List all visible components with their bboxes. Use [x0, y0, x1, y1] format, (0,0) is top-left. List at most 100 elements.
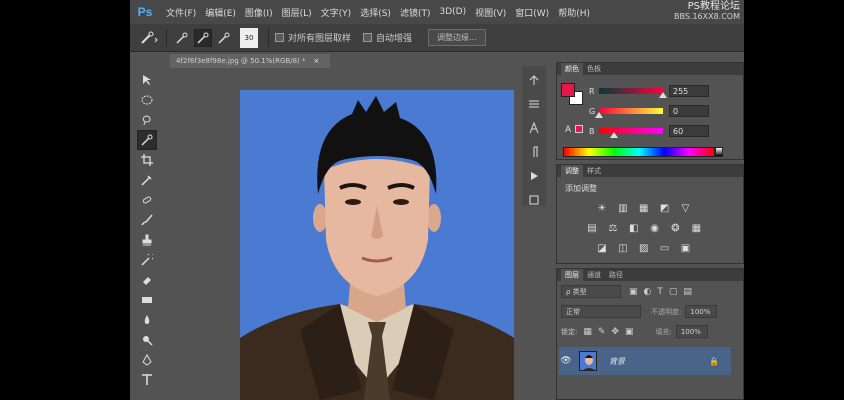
- channel-mixer-icon[interactable]: ❂: [669, 221, 683, 235]
- channel-r-knob[interactable]: [659, 92, 667, 98]
- menu-layer[interactable]: 图层(L): [282, 6, 312, 19]
- menu-help[interactable]: 帮助(H): [558, 6, 590, 19]
- lock-transparent-icon[interactable]: ▦: [583, 327, 592, 337]
- lasso-tool-icon[interactable]: [137, 110, 157, 130]
- tool-presets-icon[interactable]: [524, 190, 544, 210]
- channel-g-slider[interactable]: [595, 108, 663, 118]
- channel-b-input[interactable]: 60: [669, 125, 709, 137]
- filter-pixel-icon[interactable]: ▣: [629, 287, 638, 297]
- blur-tool-icon[interactable]: [137, 310, 157, 330]
- photo-filter-icon[interactable]: ◉: [648, 221, 662, 235]
- subtract-from-selection-icon[interactable]: [215, 29, 233, 47]
- refine-edge-button[interactable]: 调整边缘...: [428, 29, 486, 46]
- layer-filter-dropdown[interactable]: ρ 类型: [561, 285, 621, 298]
- hue-saturation-icon[interactable]: ▤: [585, 221, 599, 235]
- channel-r-slider[interactable]: [599, 88, 667, 98]
- character-icon[interactable]: [524, 118, 544, 138]
- history-brush-tool-icon[interactable]: [137, 250, 157, 270]
- gradient-map-icon[interactable]: ▭: [658, 241, 672, 255]
- tool-preset-picker[interactable]: [138, 28, 160, 48]
- tab-color[interactable]: 颜色: [561, 63, 583, 75]
- marquee-tool-icon[interactable]: [137, 90, 157, 110]
- brush-size-picker[interactable]: 30: [240, 27, 258, 48]
- brightness-contrast-icon[interactable]: ☀: [595, 201, 609, 215]
- quick-selection-tool-icon[interactable]: [137, 130, 157, 150]
- auto-enhance-checkbox[interactable]: [363, 33, 373, 42]
- new-selection-icon[interactable]: [173, 29, 191, 47]
- type-tool-icon[interactable]: [137, 370, 157, 390]
- add-to-selection-icon[interactable]: [194, 28, 212, 47]
- menu-type[interactable]: 文字(Y): [321, 6, 352, 19]
- brush-tool-icon[interactable]: [137, 210, 157, 230]
- black-white-icon[interactable]: ◧: [627, 221, 641, 235]
- layer-name[interactable]: 背景: [609, 356, 625, 367]
- vibrance-icon[interactable]: ▽: [679, 201, 693, 215]
- opacity-input[interactable]: 100%: [685, 305, 718, 318]
- foreground-color-swatch[interactable]: [561, 83, 575, 97]
- menu-image[interactable]: 图像(I): [245, 6, 273, 19]
- levels-icon[interactable]: ▥: [616, 201, 630, 215]
- menu-view[interactable]: 视图(V): [475, 6, 506, 19]
- menu-filter[interactable]: 滤镜(T): [400, 6, 431, 19]
- threshold-icon[interactable]: ▨: [637, 241, 651, 255]
- eye-icon[interactable]: 👁: [559, 356, 573, 366]
- canvas-area[interactable]: [170, 68, 520, 400]
- crop-tool-icon[interactable]: [137, 150, 157, 170]
- filter-shape-icon[interactable]: ▢: [669, 287, 678, 297]
- tab-layers[interactable]: 图层: [561, 269, 583, 281]
- options-bar: 30 对所有图层取样 自动增强 调整边缘...: [130, 24, 744, 52]
- fill-input[interactable]: 100%: [675, 325, 708, 338]
- sample-all-layers-label: 对所有图层取样: [288, 34, 352, 44]
- channel-b-knob[interactable]: [610, 132, 619, 138]
- sample-all-layers-checkbox[interactable]: [275, 33, 284, 42]
- paragraph-icon[interactable]: [524, 142, 544, 162]
- healing-brush-tool-icon[interactable]: [137, 190, 157, 210]
- move-tool-icon[interactable]: [137, 70, 157, 90]
- history-icon[interactable]: [524, 70, 544, 90]
- play-actions-icon[interactable]: [524, 166, 544, 186]
- eraser-tool-icon[interactable]: [137, 270, 157, 290]
- layer-row-background[interactable]: 👁 背景 🔒: [559, 347, 731, 375]
- document-tab[interactable]: 4f2f6f3e8f98e.jpg @ 50.1%(RGB/8) * ×: [170, 54, 330, 68]
- tab-channels[interactable]: 通道: [583, 270, 605, 280]
- gamut-warning-icon[interactable]: A: [565, 125, 571, 135]
- tab-styles[interactable]: 样式: [583, 166, 605, 176]
- tab-swatches[interactable]: 色板: [583, 64, 605, 74]
- color-balance-icon[interactable]: ⚖: [606, 221, 620, 235]
- tab-paths[interactable]: 路径: [605, 270, 627, 280]
- lock-position-icon[interactable]: ✥: [611, 327, 619, 337]
- curves-icon[interactable]: ▦: [637, 201, 651, 215]
- exposure-icon[interactable]: ◩: [658, 201, 672, 215]
- close-icon[interactable]: ×: [313, 57, 319, 65]
- menu-edit[interactable]: 编辑(E): [205, 6, 236, 19]
- menu-file[interactable]: 文件(F): [166, 6, 196, 19]
- invert-icon[interactable]: ◪: [595, 241, 609, 255]
- menu-3d[interactable]: 3D(D): [439, 7, 466, 17]
- clone-stamp-tool-icon[interactable]: [137, 230, 157, 250]
- color-lookup-icon[interactable]: ▦: [689, 221, 703, 235]
- posterize-icon[interactable]: ◫: [616, 241, 630, 255]
- pen-tool-icon[interactable]: [137, 350, 157, 370]
- web-safe-swatch[interactable]: [575, 125, 583, 133]
- channel-g-input[interactable]: 0: [669, 105, 709, 117]
- tab-adjustments[interactable]: 调整: [561, 165, 583, 177]
- channel-b-slider[interactable]: [599, 128, 663, 138]
- menu-window[interactable]: 窗口(W): [515, 6, 549, 19]
- spectrum-black-white[interactable]: [715, 147, 723, 157]
- filter-adjust-icon[interactable]: ◐: [644, 287, 652, 297]
- selective-color-icon[interactable]: ▣: [679, 241, 693, 255]
- channel-r-input[interactable]: 255: [669, 85, 709, 97]
- filter-smart-icon[interactable]: ▤: [683, 287, 692, 297]
- eyedropper-tool-icon[interactable]: [137, 170, 157, 190]
- menu-select[interactable]: 选择(S): [360, 6, 391, 19]
- color-spectrum-bar[interactable]: [563, 147, 715, 157]
- channel-r-label: R: [589, 86, 595, 96]
- dodge-tool-icon[interactable]: [137, 330, 157, 350]
- channel-g-knob[interactable]: [595, 112, 603, 118]
- gradient-tool-icon[interactable]: [137, 290, 157, 310]
- lock-all-icon[interactable]: ▣: [625, 327, 634, 337]
- lock-image-icon[interactable]: ✎: [598, 327, 606, 337]
- filter-type-icon[interactable]: T: [657, 287, 663, 297]
- properties-icon[interactable]: [524, 94, 544, 114]
- blend-mode-dropdown[interactable]: 正常: [561, 305, 641, 318]
